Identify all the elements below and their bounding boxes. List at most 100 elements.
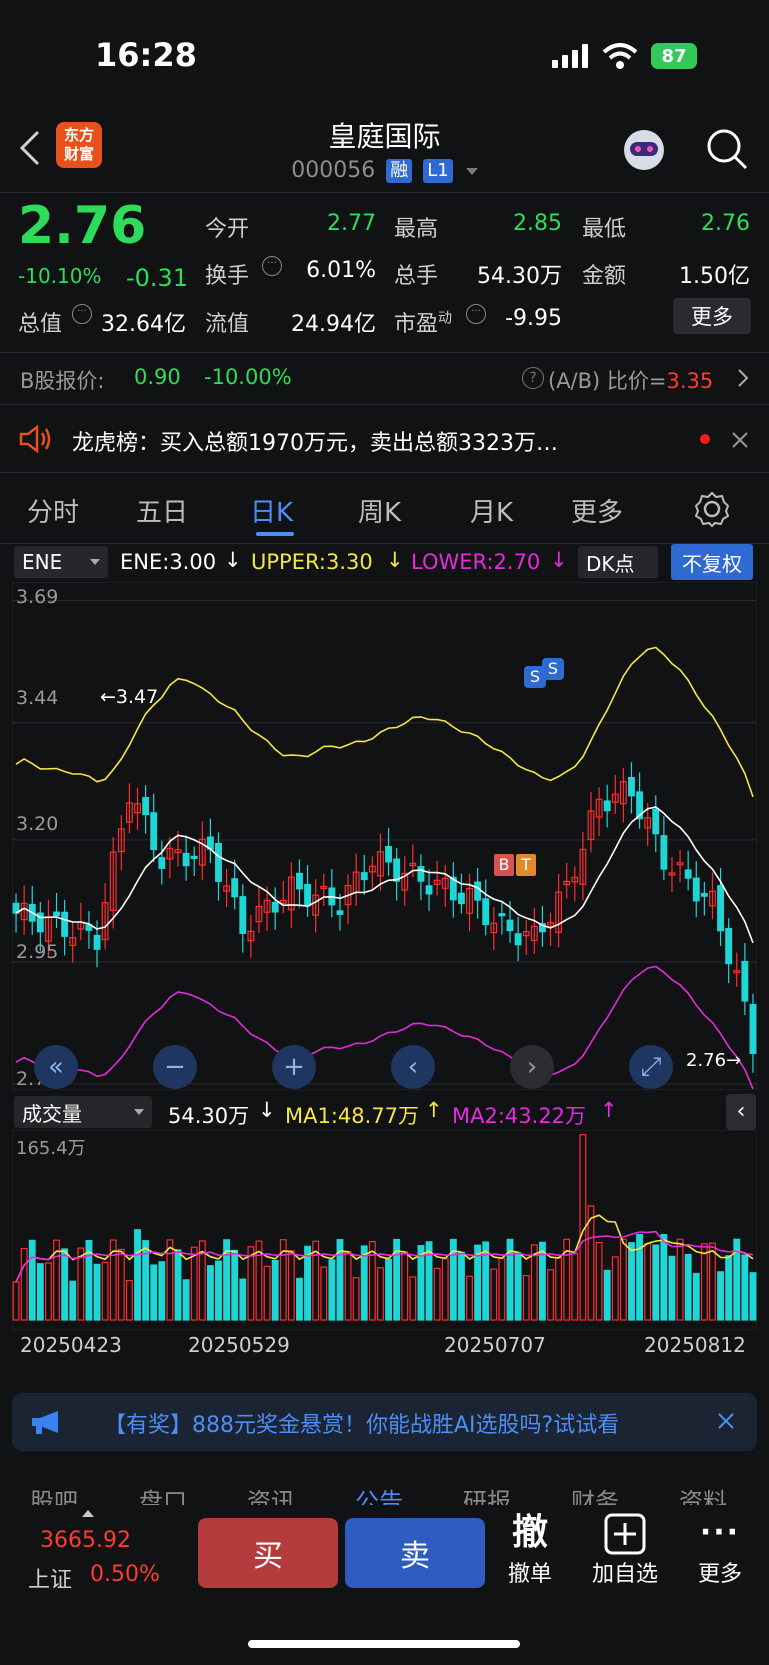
sell-signal[interactable]: S: [542, 658, 564, 680]
volume-bar: [433, 1267, 441, 1321]
volume-chart[interactable]: [12, 1130, 757, 1330]
candle-body: [474, 881, 482, 901]
volume-bar: [644, 1243, 652, 1321]
chevron-right-icon[interactable]: [736, 367, 750, 389]
pe-value: -9.95: [505, 306, 562, 331]
volume-bar: [360, 1245, 368, 1321]
candle-body: [498, 913, 506, 917]
last-price: 2.76: [18, 196, 147, 256]
candle-body: [239, 896, 247, 934]
candle-body: [425, 885, 433, 895]
tab-monthly-k[interactable]: 月K: [470, 492, 513, 529]
t-signal[interactable]: T: [516, 854, 536, 876]
volume-bar: [69, 1280, 77, 1321]
low-value: 2.76: [701, 211, 750, 236]
candle-body: [142, 797, 150, 816]
scroll-right-button[interactable]: ›: [510, 1045, 554, 1089]
more-dots-icon: ···: [699, 1515, 741, 1550]
volume-bar: [619, 1238, 627, 1321]
candle-body: [336, 910, 344, 915]
dk-point-button[interactable]: DK点: [578, 546, 658, 578]
zoom-out-button[interactable]: −: [153, 1045, 197, 1089]
candle-body: [482, 898, 490, 926]
candle-body: [652, 808, 660, 835]
turnover-value: 6.01%: [306, 258, 376, 283]
buy-signal[interactable]: B: [494, 854, 514, 876]
chevron-up-icon[interactable]: [82, 1510, 94, 1517]
volume-bar: [692, 1272, 700, 1321]
cancel-order-button[interactable]: 撤 撤单: [490, 1510, 570, 1588]
change-amount: -0.31: [126, 264, 189, 292]
ene-mid-line: [15, 806, 754, 944]
more-actions-button[interactable]: ··· 更多: [680, 1510, 760, 1588]
notice-text[interactable]: 龙虎榜：买入总额1970万元，卖出总额3323万…: [72, 425, 558, 457]
candle-body: [61, 911, 69, 937]
volume-bar: [93, 1263, 101, 1321]
tab-weekly-k[interactable]: 周K: [358, 492, 401, 529]
sell-button[interactable]: 卖: [345, 1518, 485, 1588]
candle-body: [684, 869, 692, 879]
ene-upper-line: [15, 646, 754, 798]
zoom-in-button[interactable]: +: [272, 1045, 316, 1089]
date-label: 20250423: [20, 1333, 122, 1357]
search-icon[interactable]: [704, 126, 750, 172]
volume-bar: [352, 1277, 360, 1321]
volume-bar: [409, 1276, 417, 1321]
info-icon[interactable]: ···: [262, 256, 282, 276]
help-icon[interactable]: ?: [522, 367, 544, 389]
candlestick-chart[interactable]: [12, 582, 757, 1090]
volume-bar: [206, 1265, 214, 1321]
fullscreen-button[interactable]: ⤢: [629, 1045, 673, 1089]
scroll-left-button[interactable]: ‹: [391, 1045, 435, 1089]
volume-bar: [263, 1265, 271, 1321]
open-label: 今开: [205, 217, 250, 242]
mcap-value: 32.64亿: [101, 312, 186, 337]
volume-bar: [344, 1250, 352, 1321]
index-value[interactable]: 3665.92: [40, 1528, 131, 1553]
bshare-price: 0.90: [134, 365, 181, 389]
info-icon[interactable]: ···: [72, 304, 92, 324]
volume-bar: [101, 1261, 109, 1321]
volume-bar: [709, 1242, 716, 1321]
indicator-select[interactable]: ENE: [14, 546, 108, 578]
add-watchlist-button[interactable]: 加自选: [585, 1510, 665, 1588]
candle-body: [725, 927, 733, 965]
candle-body: [692, 877, 700, 902]
volume-bar: [304, 1245, 312, 1321]
fast-back-button[interactable]: «: [34, 1045, 78, 1089]
info-icon[interactable]: ···: [466, 304, 486, 324]
tab-intraday[interactable]: 分时: [27, 492, 79, 529]
buy-button[interactable]: 买: [198, 1518, 338, 1588]
gear-icon[interactable]: [693, 490, 731, 528]
robot-assistant-icon[interactable]: [620, 126, 668, 174]
volume-bar: [166, 1239, 174, 1321]
tab-more[interactable]: 更多: [571, 492, 623, 529]
promo-banner[interactable]: 【有奖】888元奖金悬赏！你能战胜AI选股吗?试试看: [12, 1393, 757, 1451]
candle-body: [304, 883, 312, 907]
volume-bar: [555, 1256, 563, 1321]
volume-bar: [117, 1248, 125, 1321]
date-label: 20250707: [444, 1333, 546, 1357]
volume-indicator-select[interactable]: 成交量: [14, 1096, 152, 1128]
last-price-marker: 2.76→: [686, 1050, 742, 1071]
ab-ratio[interactable]: (A/B) 比价=3.35: [548, 365, 713, 395]
more-quote-button[interactable]: 更多: [673, 298, 751, 334]
candle-body: [749, 1003, 757, 1054]
volume-bar: [611, 1256, 619, 1321]
adjust-button[interactable]: 不复权: [671, 544, 753, 580]
candle-body: [53, 911, 60, 917]
volume-axis-max: 165.4万: [16, 1138, 86, 1159]
volume-bar: [377, 1267, 384, 1321]
close-icon[interactable]: [716, 1411, 736, 1431]
tab-five-day[interactable]: 五日: [136, 492, 188, 529]
collapse-panel-button[interactable]: ‹: [726, 1094, 756, 1130]
tab-daily-k[interactable]: 日K: [250, 492, 293, 529]
volume-value: 54.30万: [477, 264, 562, 289]
up-arrow-icon: ↑: [600, 1098, 618, 1122]
volume-bar: [725, 1255, 733, 1321]
close-icon[interactable]: [730, 430, 750, 450]
volume-bar: [514, 1252, 522, 1321]
volume-bar: [522, 1274, 530, 1321]
megaphone-icon: [32, 1411, 58, 1434]
volume-bar: [652, 1244, 660, 1321]
